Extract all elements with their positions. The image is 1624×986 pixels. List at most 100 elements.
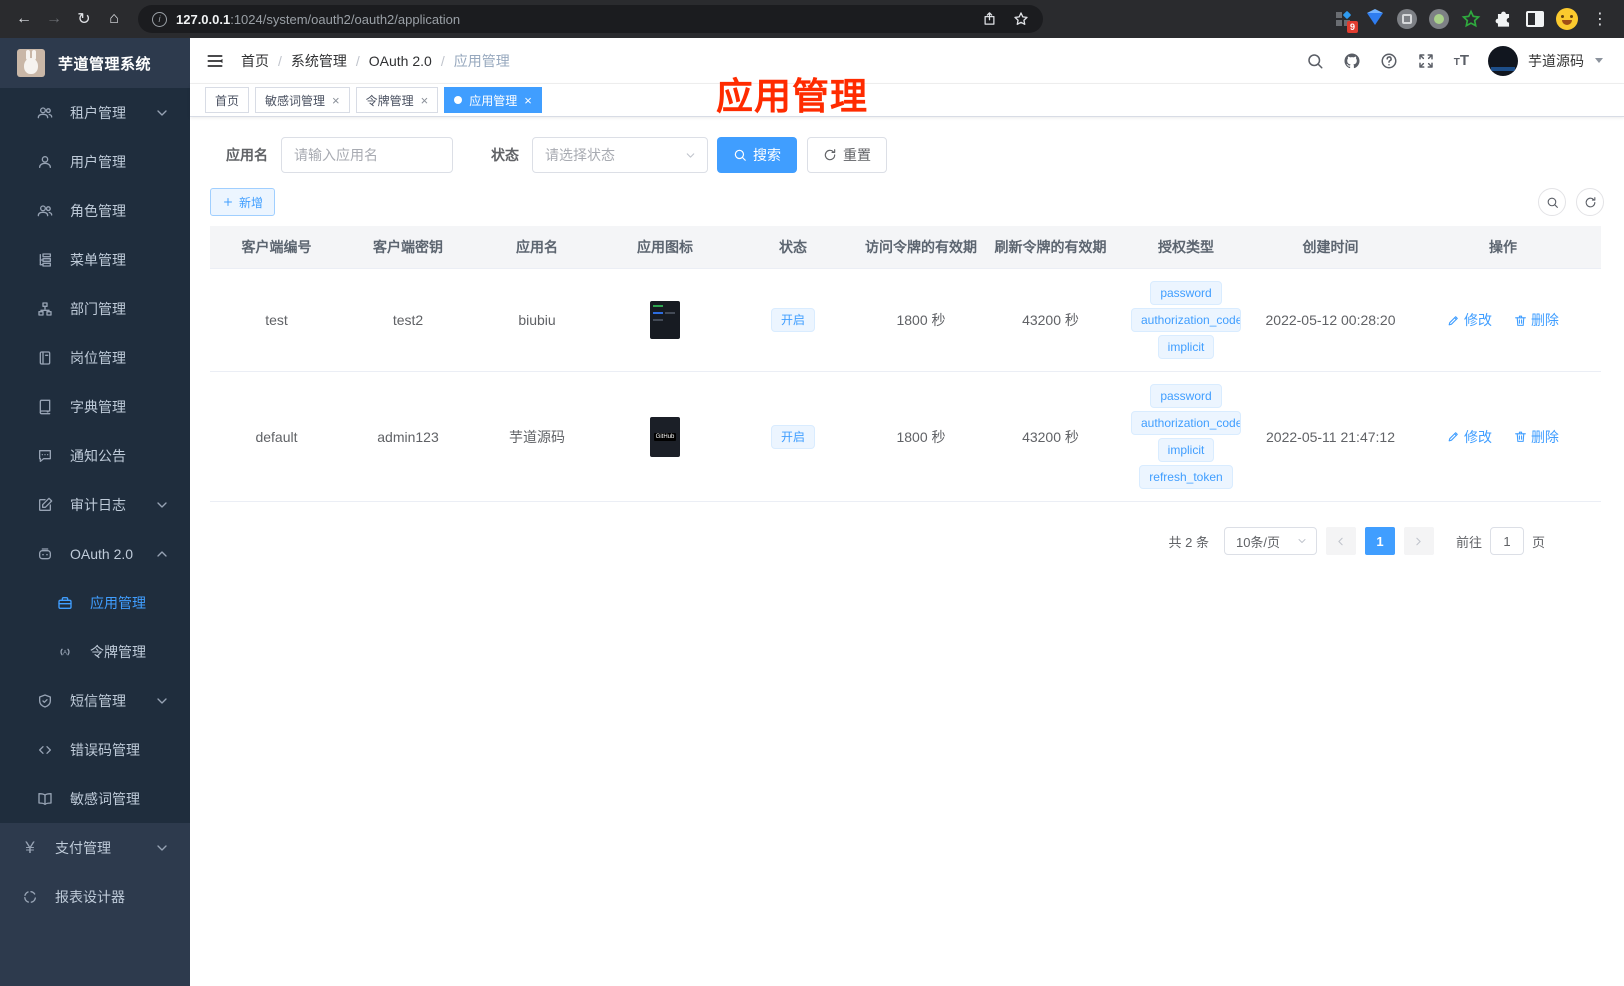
app-icon-thumbnail[interactable] (650, 301, 680, 339)
github-icon[interactable] (1343, 52, 1361, 70)
search-icon (1546, 196, 1559, 209)
extensions-puzzle-icon[interactable] (1490, 6, 1516, 32)
prev-page-button[interactable] (1325, 527, 1356, 555)
sidebar-item-audit-log[interactable]: 审计日志 (0, 480, 190, 529)
page-jumper-input[interactable] (1489, 527, 1524, 555)
message-icon (37, 448, 53, 464)
user-icon (37, 154, 53, 170)
font-size-icon[interactable]: TT (1454, 52, 1469, 69)
browser-address-bar[interactable]: i 127.0.0.1:1024/system/oauth2/oauth2/ap… (138, 5, 1043, 33)
tab-token[interactable]: 令牌管理 × (355, 87, 439, 113)
refresh-table-button[interactable] (1576, 188, 1604, 216)
close-icon[interactable]: × (421, 94, 429, 107)
chevron-left-icon (1334, 535, 1347, 548)
caret-down-icon[interactable] (1595, 58, 1603, 63)
user-avatar[interactable] (1488, 45, 1518, 76)
tab-home[interactable]: 首页 (205, 87, 250, 113)
sidebar-logo[interactable]: 芋道管理系统 (0, 38, 190, 88)
tab-sensitive-word[interactable]: 敏感词管理 × (255, 87, 350, 113)
breadcrumb-oauth2[interactable]: OAuth 2.0 (369, 53, 432, 69)
sidebar-item-sms[interactable]: 短信管理 (0, 676, 190, 725)
browser-reload-button[interactable]: ↻ (70, 5, 98, 33)
breadcrumb-current: 应用管理 (453, 52, 510, 69)
browser-home-button[interactable]: ⌂ (100, 5, 128, 33)
fullscreen-icon[interactable] (1417, 52, 1435, 70)
page-number-button[interactable]: 1 (1364, 527, 1395, 555)
breadcrumb-home[interactable]: 首页 (241, 51, 269, 71)
sidebar-item-user[interactable]: 用户管理 (0, 137, 190, 186)
search-icon[interactable] (1306, 52, 1324, 70)
pencil-icon (1447, 314, 1460, 327)
edit-square-icon (37, 497, 53, 513)
delete-link[interactable]: 删除 (1514, 427, 1559, 447)
briefcase-icon (57, 595, 73, 611)
browser-profile-avatar[interactable] (1554, 6, 1580, 32)
active-dot-icon (454, 96, 463, 104)
sidebar-item-menu[interactable]: 菜单管理 (0, 235, 190, 284)
sidebar-item-label: 部门管理 (70, 300, 126, 317)
sidebar-item-tenant[interactable]: 租户管理 (0, 88, 190, 137)
sidebar-item-pay[interactable]: ¥ 支付管理 (0, 823, 190, 872)
search-button-label: 搜索 (753, 147, 781, 163)
close-icon[interactable]: × (332, 94, 340, 107)
sidebar-item-label: 错误码管理 (70, 741, 140, 758)
column-header: 客户端密钥 (373, 239, 443, 255)
search-icon (733, 148, 747, 162)
sidebar-item-label: 用户管理 (70, 153, 126, 170)
browser-menu-icon[interactable]: ⋮ (1586, 5, 1614, 33)
column-header: 客户端编号 (241, 239, 312, 255)
client-id-cell: default (255, 428, 298, 445)
search-button[interactable]: 搜索 (717, 137, 797, 173)
edit-link[interactable]: 修改 (1447, 427, 1492, 447)
site-info-icon[interactable]: i (152, 11, 167, 27)
breadcrumb-system[interactable]: 系统管理 (291, 51, 347, 71)
status-select[interactable]: 请选择状态 (532, 137, 708, 173)
tab-label: 首页 (215, 93, 240, 108)
sidebar-collapse-icon[interactable] (205, 51, 225, 71)
sidebar-item-sensitive-word[interactable]: 敏感词管理 (0, 774, 190, 823)
status-label: 状态 (491, 147, 519, 163)
extension-grid-icon[interactable]: 9 (1330, 6, 1358, 33)
extension-command-icon[interactable] (1394, 6, 1420, 32)
help-icon[interactable] (1380, 52, 1398, 70)
refresh-token-ttl-cell: 43200 秒 (1022, 428, 1079, 445)
share-icon[interactable] (982, 11, 997, 26)
reset-button[interactable]: 重置 (807, 137, 887, 173)
browser-back-button[interactable]: ← (10, 5, 38, 33)
sidebar-item-oauth2-token[interactable]: 令牌管理 (0, 627, 190, 676)
tab-application[interactable]: 应用管理 × (444, 87, 542, 113)
sidebar-item-notice[interactable]: 通知公告 (0, 431, 190, 480)
username[interactable]: 芋道源码 (1528, 51, 1584, 71)
browser-forward-button[interactable]: → (40, 5, 68, 33)
sidebar-item-oauth2[interactable]: OAuth 2.0 (0, 529, 190, 578)
extension-star-icon[interactable] (1458, 6, 1484, 32)
extension-record-icon[interactable] (1426, 6, 1452, 32)
delete-link[interactable]: 删除 (1514, 310, 1559, 330)
sidebar-item-role[interactable]: 角色管理 (0, 186, 190, 235)
sidebar-item-label: OAuth 2.0 (70, 545, 134, 562)
add-button[interactable]: 新增 (210, 188, 276, 216)
next-page-button[interactable] (1403, 527, 1434, 555)
close-icon[interactable]: × (524, 94, 532, 107)
app-window: 芋道管理系统 租户管理 用户管理 角色管理 菜单管理 部门管理 岗位管理 字典管… (0, 38, 1624, 986)
sidebar-item-report-designer[interactable]: 报表设计器 (0, 872, 190, 921)
navbar-right: TT 芋道源码 (1306, 45, 1603, 76)
sidebar-item-post[interactable]: 岗位管理 (0, 333, 190, 382)
toggle-search-button[interactable] (1538, 188, 1566, 216)
extension-gem-icon[interactable] (1362, 6, 1388, 32)
app-icon-thumbnail[interactable]: GitHub (650, 416, 680, 457)
edit-link[interactable]: 修改 (1447, 310, 1492, 330)
sidebar-item-error-code[interactable]: 错误码管理 (0, 725, 190, 774)
menu-tree-icon (37, 252, 53, 268)
sidebar-item-oauth2-application[interactable]: 应用管理 (0, 578, 190, 627)
extension-split-icon[interactable] (1522, 6, 1548, 32)
app-name-input[interactable] (281, 137, 453, 173)
page-size-select[interactable]: 10条/页 (1223, 527, 1317, 555)
dictionary-icon (37, 399, 53, 415)
sidebar-item-dict[interactable]: 字典管理 (0, 382, 190, 431)
bookmark-star-icon[interactable] (1013, 11, 1029, 27)
delete-label: 删除 (1530, 312, 1559, 328)
table-toolbar: 新增 (210, 188, 1604, 216)
sidebar-item-dept[interactable]: 部门管理 (0, 284, 190, 333)
column-header: 访问令牌的有效期 (865, 239, 977, 255)
